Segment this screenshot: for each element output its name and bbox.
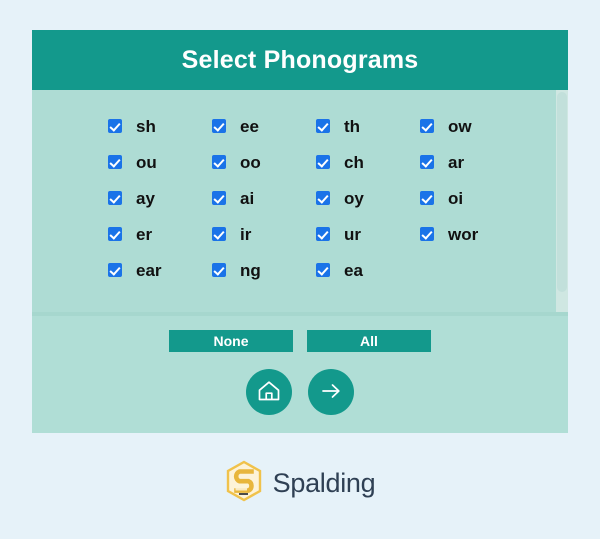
checkbox-checked-icon[interactable] [316,227,330,241]
phonogram-item-sh[interactable]: sh [108,118,212,135]
phonogram-label: ow [448,116,472,136]
phonogram-item-ee[interactable]: ee [212,118,316,135]
phonogram-item-wor[interactable]: wor [420,226,524,243]
phonogram-label: ir [240,224,252,244]
checkbox-checked-icon[interactable] [212,191,226,205]
phonogram-label: oo [240,152,261,172]
checkbox-checked-icon[interactable] [108,263,122,277]
phonogram-label: ng [240,260,261,280]
phonogram-label: ch [344,152,364,172]
phonogram-label: ea [344,260,363,280]
checkbox-checked-icon[interactable] [316,155,330,169]
card-header: Select Phonograms [32,30,568,90]
phonogram-item-ir[interactable]: ir [212,226,316,243]
checkbox-checked-icon[interactable] [108,119,122,133]
brand-name: Spalding [272,468,376,498]
checkbox-checked-icon[interactable] [212,119,226,133]
checkbox-checked-icon[interactable] [420,191,434,205]
arrow-right-icon [318,378,344,407]
phonogram-label: ai [240,188,255,208]
phonogram-label: th [344,116,361,136]
phonogram-item-ar[interactable]: ar [420,154,524,171]
phonogram-label: ear [136,260,162,280]
phonogram-item-oy[interactable]: oy [316,190,420,207]
phonogram-item-ow[interactable]: ow [420,118,524,135]
checkbox-checked-icon[interactable] [316,191,330,205]
phonogram-item-ear[interactable]: ear [108,262,212,279]
phonogram-label: ou [136,152,157,172]
phonogram-label: ay [136,188,155,208]
phonogram-item-ur[interactable]: ur [316,226,420,243]
select-phonograms-card: Select Phonograms sh ee th ow ou oo ch a… [32,30,568,433]
checkbox-checked-icon[interactable] [316,263,330,277]
phonogram-item-ai[interactable]: ai [212,190,316,207]
checkbox-checked-icon[interactable] [420,119,434,133]
vertical-scrollbar-track[interactable] [556,90,568,312]
checkbox-checked-icon[interactable] [108,155,122,169]
checkbox-checked-icon[interactable] [108,191,122,205]
select-all-button[interactable]: All [307,330,431,352]
phonogram-item-oi[interactable]: oi [420,190,524,207]
phonogram-label: er [136,224,153,244]
phonogram-item-er[interactable]: er [108,226,212,243]
phonogram-item-ou[interactable]: ou [108,154,212,171]
checkbox-checked-icon[interactable] [212,263,226,277]
selection-buttons-row: None All [32,316,568,352]
brand-footer: Spalding [0,460,600,507]
phonogram-label: ee [240,116,259,136]
phonogram-scroll-area[interactable]: sh ee th ow ou oo ch ar ay ai oy oi er i… [32,90,568,312]
app-root: Select Phonograms sh ee th ow ou oo ch a… [0,0,600,539]
phonogram-label: ar [448,152,465,172]
phonogram-label: sh [136,116,156,136]
phonogram-label: oy [344,188,364,208]
home-button[interactable] [246,369,292,415]
vertical-scrollbar-thumb[interactable] [557,92,567,292]
home-icon [256,378,282,407]
checkbox-checked-icon[interactable] [108,227,122,241]
checkbox-checked-icon[interactable] [420,227,434,241]
select-none-button[interactable]: None [169,330,293,352]
spalding-hexagon-logo-icon [225,460,263,507]
phonogram-item-th[interactable]: th [316,118,420,135]
next-button[interactable] [308,369,354,415]
phonogram-label: oi [448,188,464,208]
phonogram-item-ng[interactable]: ng [212,262,316,279]
navigation-buttons-row [32,352,568,415]
phonogram-grid: sh ee th ow ou oo ch ar ay ai oy oi er i… [32,90,568,288]
phonogram-item-ay[interactable]: ay [108,190,212,207]
phonogram-item-oo[interactable]: oo [212,154,316,171]
checkbox-checked-icon[interactable] [212,155,226,169]
checkbox-checked-icon[interactable] [420,155,434,169]
checkbox-checked-icon[interactable] [212,227,226,241]
card-footer: None All [32,316,568,433]
phonogram-label: ur [344,224,361,244]
phonogram-label: wor [448,224,479,244]
checkbox-checked-icon[interactable] [316,119,330,133]
page-title: Select Phonograms [181,45,419,74]
phonogram-item-ch[interactable]: ch [316,154,420,171]
phonogram-item-ea[interactable]: ea [316,262,420,279]
